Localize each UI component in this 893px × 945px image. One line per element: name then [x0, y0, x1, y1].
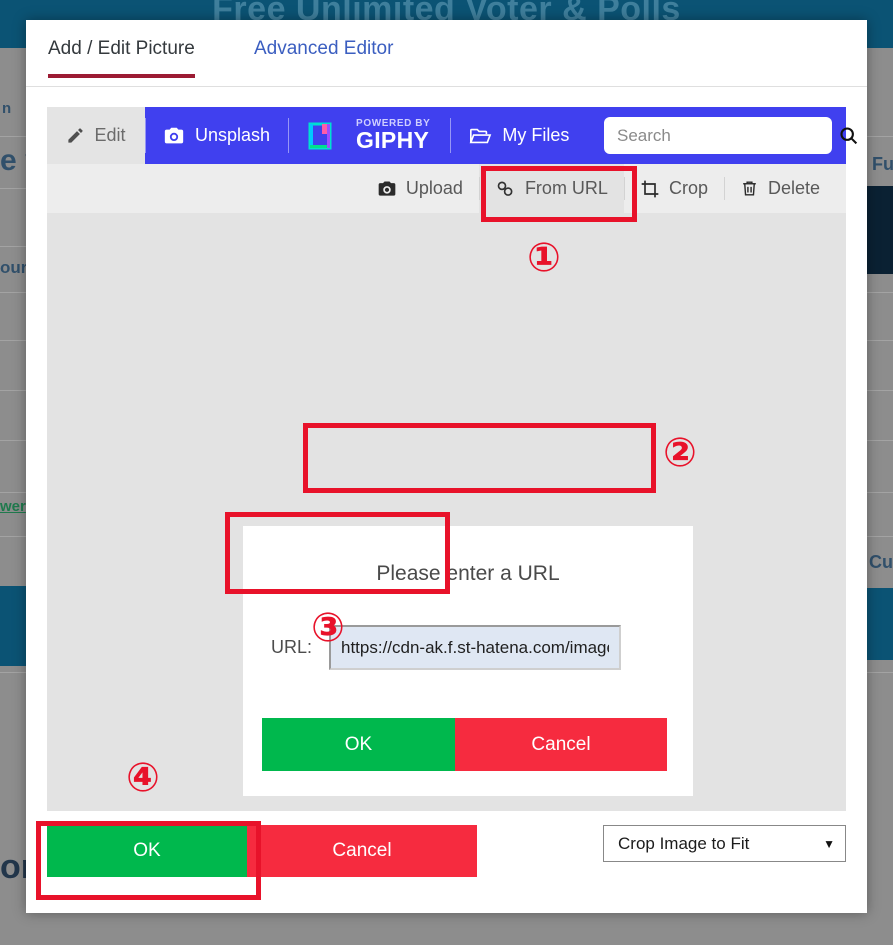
annotation-number-2: ②	[663, 430, 697, 476]
crop-button[interactable]: Crop	[623, 164, 724, 213]
source-tab-my-files[interactable]: My Files	[450, 107, 587, 164]
url-prompt-buttons: OK Cancel	[262, 718, 667, 771]
pencil-icon	[66, 126, 85, 145]
modal-tabs: Add / Edit Picture Advanced Editor	[26, 20, 867, 87]
delete-button[interactable]: Delete	[723, 164, 836, 213]
giphy-wordmark-label: GIPHY	[356, 127, 430, 153]
url-prompt-title: Please enter a URL	[376, 562, 560, 585]
annotation-number-4: ④	[126, 755, 160, 801]
source-tab-unsplash-label: Unsplash	[195, 125, 271, 145]
source-tab-edit[interactable]: Edit	[47, 107, 145, 164]
chevron-down-icon[interactable]: ▼	[823, 837, 835, 851]
crop-button-label: Crop	[668, 178, 708, 198]
image-canvas[interactable]: Please enter a URL URL: OK Cancel	[47, 213, 846, 811]
modal-footer: OK Cancel Crop Image to Fit ▼	[47, 811, 846, 909]
background-fragment-6: Cu	[869, 552, 893, 572]
search-icon[interactable]	[838, 125, 859, 146]
camera-icon	[377, 179, 397, 199]
url-input[interactable]	[329, 625, 621, 670]
crop-icon	[640, 179, 660, 199]
url-prompt-dialog: Please enter a URL URL: OK Cancel	[243, 526, 693, 796]
tab-advanced-editor[interactable]: Advanced Editor	[254, 38, 393, 74]
url-prompt-ok-button[interactable]: OK	[262, 718, 455, 771]
tab-add-edit-picture[interactable]: Add / Edit Picture	[48, 38, 195, 78]
giphy-logo	[308, 120, 338, 152]
search-input[interactable]	[617, 125, 838, 146]
upload-button-label: Upload	[405, 178, 463, 198]
link-icon	[495, 178, 516, 199]
crop-mode-select-value: Crop Image to Fit	[618, 833, 750, 853]
source-tab-edit-label: Edit	[94, 125, 126, 145]
image-action-bar: Upload From URL Crop Delete	[47, 164, 846, 213]
annotation-number-3: ③	[311, 605, 345, 651]
source-bar-spacer	[587, 107, 604, 164]
modal-cancel-button[interactable]: Cancel	[247, 825, 477, 877]
trash-icon	[740, 179, 759, 198]
delete-button-label: Delete	[767, 178, 820, 198]
background-fragment-0: n	[2, 100, 12, 117]
folder-icon	[468, 125, 492, 147]
from-url-button-label: From URL	[524, 178, 608, 198]
from-url-button[interactable]: From URL	[478, 164, 624, 213]
source-tab-unsplash[interactable]: Unsplash	[145, 107, 288, 164]
source-tab-giphy[interactable]: POWERED BY GIPHY	[288, 107, 450, 164]
camera-icon	[163, 125, 185, 147]
background-fragment-5: Fu	[872, 154, 893, 174]
url-prompt-cancel-button[interactable]: Cancel	[455, 718, 667, 771]
source-tab-my-files-label: My Files	[502, 125, 570, 145]
upload-button[interactable]: Upload	[361, 164, 479, 213]
annotation-number-1: ①	[527, 235, 561, 281]
search-box[interactable]	[604, 117, 858, 154]
crop-mode-select[interactable]: Crop Image to Fit ▼	[603, 825, 846, 862]
image-source-bar: Edit Unsplash POWERED BY GIPHY My Files …	[47, 107, 858, 164]
modal-ok-button[interactable]: OK	[47, 825, 247, 877]
